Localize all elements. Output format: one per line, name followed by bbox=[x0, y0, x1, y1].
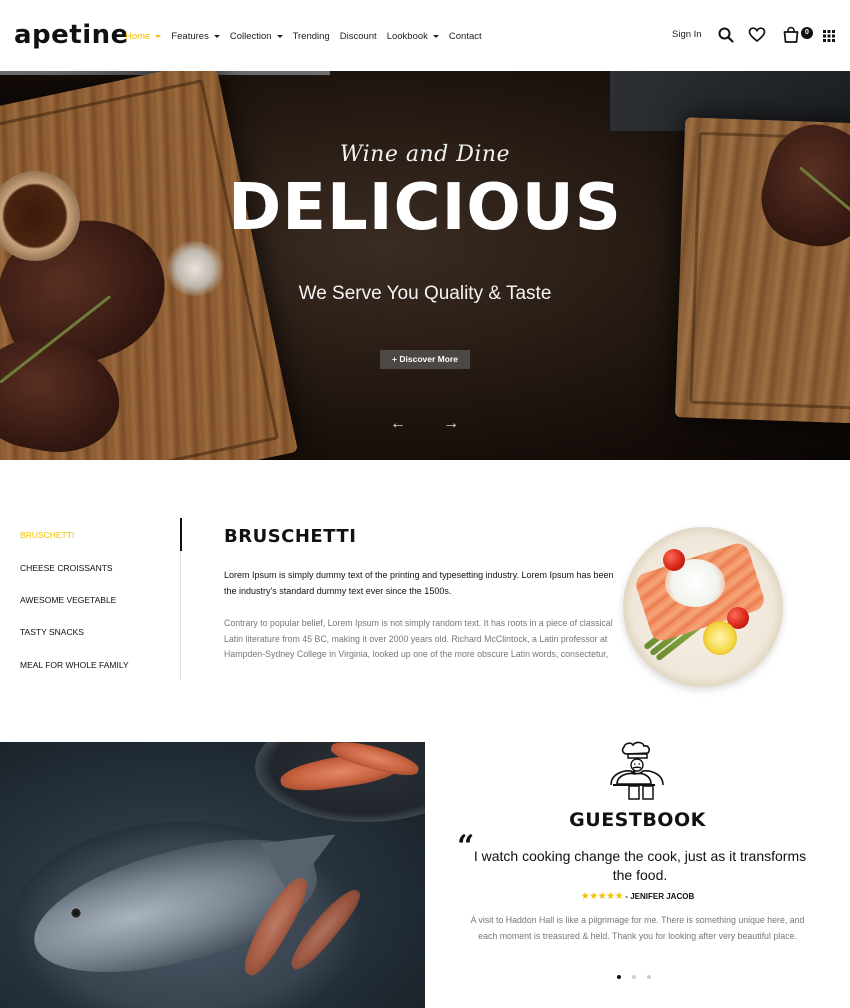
nav-label: Discount bbox=[339, 30, 377, 42]
nav-item-discount[interactable]: Discount bbox=[340, 31, 377, 42]
site-header: apetine Home Features Collection Trendin… bbox=[0, 0, 850, 71]
nav-item-features[interactable]: Features bbox=[171, 31, 220, 42]
testimonial-pagination bbox=[617, 975, 662, 979]
pagination-dot[interactable] bbox=[647, 975, 651, 979]
hero-slider: Wine and Dine DELICIOUS We Serve You Qua… bbox=[0, 71, 850, 460]
chef-cloche-icon bbox=[610, 741, 664, 800]
sign-in-link[interactable]: Sign In bbox=[672, 29, 702, 40]
dish-body-text: Contrary to popular belief, Lorem Ipsum … bbox=[224, 618, 613, 659]
nav-label: Features bbox=[171, 30, 209, 42]
menu-item-bruschetti[interactable]: BRUSCHETTI bbox=[20, 530, 74, 540]
testimonial-quote: I watch cooking change the cook, just as… bbox=[473, 848, 807, 883]
slider-next-arrow-icon[interactable]: → bbox=[440, 413, 462, 435]
nav-item-home[interactable]: Home bbox=[125, 30, 162, 42]
chevron-down-icon bbox=[432, 35, 439, 38]
slider-prev-arrow-icon[interactable]: ← bbox=[387, 413, 409, 435]
menu-item-meal-for-whole-family[interactable]: MEAL FOR WHOLE FAMILY bbox=[20, 660, 129, 670]
testimonial-author: - JENIFER JACOB bbox=[625, 892, 695, 901]
nav-item-contact[interactable]: Contact bbox=[449, 31, 482, 42]
bag-icon[interactable] bbox=[782, 26, 800, 44]
testimonial-rating: ★★★★★ - JENIFER JACOB bbox=[425, 891, 850, 902]
search-icon[interactable] bbox=[717, 26, 735, 44]
dish-title: BRUSCHETTI bbox=[224, 526, 357, 547]
lemon-slice bbox=[703, 621, 737, 655]
nav-label: Home bbox=[125, 30, 151, 42]
nav-label: Contact bbox=[448, 30, 482, 42]
nav-item-lookbook[interactable]: Lookbook bbox=[387, 31, 439, 42]
dish-lead-text: Lorem Ipsum is simply dummy text of the … bbox=[224, 570, 614, 596]
main-nav: Home Features Collection Trending Discou… bbox=[125, 27, 492, 45]
nav-item-collection[interactable]: Collection bbox=[230, 31, 283, 42]
heart-icon[interactable] bbox=[748, 26, 766, 44]
dish-image-plate bbox=[623, 527, 783, 687]
fish-eye bbox=[70, 907, 82, 919]
star-rating-icon: ★★★★★ bbox=[580, 891, 624, 902]
cherry-tomato bbox=[663, 549, 685, 571]
pagination-dot[interactable] bbox=[632, 975, 636, 979]
menu-item-awesome-vegetable[interactable]: AWESOME VEGETABLE bbox=[20, 595, 116, 605]
testimonial-body: A visit to Haddon Hall is like a pilgrim… bbox=[470, 915, 805, 941]
logo[interactable]: apetine bbox=[14, 17, 129, 53]
chevron-down-icon bbox=[276, 35, 283, 38]
guestbook-title: GUESTBOOK bbox=[569, 809, 706, 831]
hero-title: DELICIOUS bbox=[228, 171, 622, 245]
nav-label: Trending bbox=[292, 30, 330, 42]
menu-item-tasty-snacks[interactable]: TASTY SNACKS bbox=[20, 627, 84, 637]
menu-item-cheese-croissants[interactable]: CHEESE CROISSANTS bbox=[20, 563, 113, 573]
menu-active-indicator bbox=[180, 518, 182, 551]
cart-count-badge: 0 bbox=[801, 27, 813, 39]
chevron-down-icon bbox=[155, 35, 162, 38]
hero-script-title: Wine and Dine bbox=[339, 142, 511, 167]
pagination-dot[interactable] bbox=[617, 975, 621, 979]
chevron-down-icon bbox=[213, 35, 220, 38]
hero-subtitle: We Serve You Quality & Taste bbox=[298, 283, 552, 304]
nav-label: Lookbook bbox=[386, 30, 428, 42]
discover-more-button[interactable]: + Discover More bbox=[380, 350, 470, 369]
seafood-image bbox=[0, 742, 425, 1008]
nav-label: Collection bbox=[229, 30, 272, 42]
nav-item-trending[interactable]: Trending bbox=[293, 31, 330, 42]
grid-menu-icon[interactable] bbox=[822, 29, 836, 43]
